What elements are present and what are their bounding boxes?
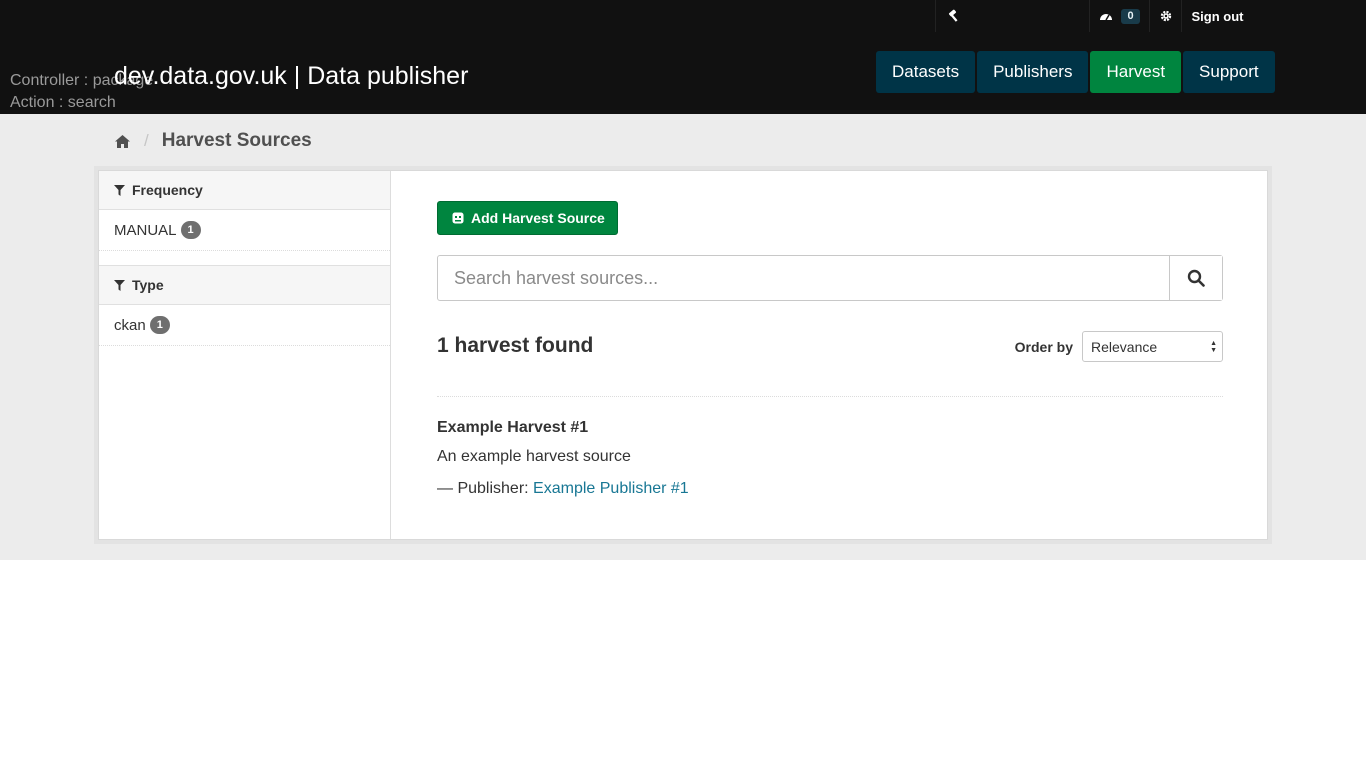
- dashboard-icon: [1100, 14, 1113, 21]
- nav-publishers[interactable]: Publishers: [977, 51, 1089, 93]
- search-form: [437, 255, 1223, 301]
- dashboard-count-badge: 0: [1121, 8, 1140, 24]
- facet-count-badge: 1: [149, 316, 170, 334]
- facet-item-label: ckan: [114, 316, 146, 334]
- facet-title: Type: [132, 277, 164, 293]
- facet-sidebar: Frequency MANUAL 1 Type ckan 1: [99, 171, 391, 539]
- result-description: An example harvest source: [437, 448, 631, 465]
- site-title[interactable]: dev.data.gov.uk | Data publisher: [114, 62, 468, 91]
- sign-out-link[interactable]: Sign out: [1181, 0, 1253, 32]
- nav-datasets[interactable]: Datasets: [876, 51, 976, 93]
- debug-action: Action : search: [10, 94, 116, 111]
- facet-title: Frequency: [132, 182, 203, 198]
- facet-heading-frequency: Frequency: [99, 171, 390, 210]
- breadcrumb-current[interactable]: Harvest Sources: [162, 130, 312, 152]
- masthead: 0 Sign out Controller : package Action :…: [0, 0, 1366, 114]
- results-divider: [437, 396, 1223, 397]
- home-icon[interactable]: [114, 134, 131, 149]
- select-arrows-icon: ▲ ▼: [1210, 340, 1217, 354]
- order-by-label: Order by: [1014, 339, 1073, 355]
- settings-link[interactable]: [1149, 0, 1181, 32]
- gear-icon: [1160, 10, 1171, 22]
- search-input[interactable]: [438, 256, 1169, 300]
- facet-heading-type: Type: [99, 266, 390, 305]
- result-title[interactable]: Example Harvest #1: [437, 419, 588, 437]
- publisher-link[interactable]: Example Publisher #1: [533, 480, 689, 497]
- facet-count-badge: 1: [180, 221, 201, 239]
- dashboard-link[interactable]: 0: [1089, 0, 1149, 32]
- facet-item-manual[interactable]: MANUAL 1: [99, 210, 390, 251]
- search-icon: [1187, 269, 1205, 287]
- add-source-icon: [452, 212, 464, 224]
- facet-item-label: MANUAL: [114, 221, 177, 239]
- search-button[interactable]: [1169, 256, 1222, 300]
- order-by-value: Relevance: [1091, 338, 1158, 355]
- publisher-prefix: — Publisher:: [437, 480, 534, 497]
- breadcrumb: / Harvest Sources: [114, 130, 312, 152]
- facet-spacer: [99, 251, 390, 266]
- result-publisher: — Publisher: Example Publisher #1: [437, 480, 689, 498]
- results-count: 1 harvest found: [437, 334, 594, 357]
- nav-support[interactable]: Support: [1183, 51, 1275, 93]
- order-by-select[interactable]: Relevance ▲ ▼: [1082, 331, 1223, 362]
- gavel-icon: [948, 9, 957, 22]
- filter-icon: [114, 279, 125, 291]
- filter-icon: [114, 184, 125, 196]
- main-nav: Datasets Publishers Harvest Support: [876, 51, 1275, 93]
- nav-harvest[interactable]: Harvest: [1090, 51, 1182, 93]
- breadcrumb-separator: /: [144, 131, 149, 150]
- sysadmin-link[interactable]: [935, 0, 971, 32]
- facet-item-ckan[interactable]: ckan 1: [99, 305, 390, 346]
- content-wrapper: Frequency MANUAL 1 Type ckan 1 Add Harve…: [98, 170, 1268, 540]
- add-button-label: Add Harvest Source: [471, 210, 605, 226]
- add-harvest-source-button[interactable]: Add Harvest Source: [437, 201, 618, 235]
